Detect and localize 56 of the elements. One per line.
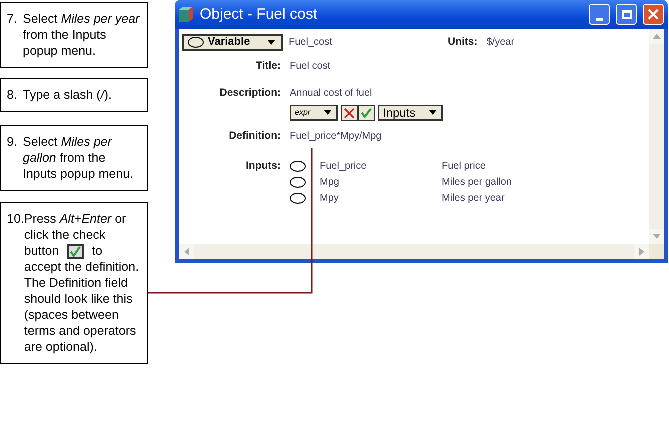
oval-icon [188, 36, 204, 48]
check-icon [361, 108, 372, 118]
scroll-up-icon [652, 34, 660, 39]
field-label: Definition: [228, 130, 282, 142]
step-text: Select Miles per gallon from the Inputs popup menu. [23, 135, 134, 181]
step-number: 8. [7, 87, 18, 103]
class-dropdown[interactable]: Variable [182, 34, 283, 50]
field-value: Fuel cost [290, 60, 331, 72]
caret-icon [266, 40, 277, 44]
caret-icon [324, 110, 332, 115]
input-identifier: Fuel_price [320, 160, 368, 172]
accept-button[interactable] [358, 105, 375, 121]
step-text: accept the definition. The Definition field should look like this (spaces between terms and operators are optional). [24, 259, 140, 355]
field-value: $/year [486, 36, 515, 48]
maximize-button[interactable] [616, 4, 637, 25]
step-text: to [92, 243, 103, 259]
vertical-scrollbar[interactable] [649, 29, 664, 244]
field-label: Units: [448, 36, 479, 48]
window-title: Object - Fuel cost [200, 6, 319, 23]
identifier-value: Fuel_cost [289, 36, 334, 48]
close-button[interactable] [643, 4, 664, 25]
minimize-icon [596, 18, 603, 20]
caret-icon [429, 110, 437, 115]
step-text: Select Miles per year from the Inputs popup menu. [23, 12, 140, 58]
input-identifier: Mpg [320, 176, 340, 188]
definition-field[interactable]: Fuel_price*Mpy/Mpg [290, 130, 382, 142]
mode-dropdown[interactable]: expr [290, 105, 338, 121]
input-node-icon [290, 192, 306, 204]
field-label: Description: [218, 87, 282, 99]
input-node-icon [290, 176, 306, 188]
cancel-icon [344, 108, 355, 118]
input-title: Fuel price [442, 160, 486, 172]
horizontal-scrollbar[interactable] [179, 244, 649, 259]
app-icon [178, 6, 194, 22]
cancel-button[interactable] [341, 105, 358, 121]
step-number: 10. [7, 211, 24, 228]
scroll-down-icon [652, 234, 660, 239]
close-icon [648, 9, 659, 20]
step-number: 7. [7, 11, 18, 28]
maximize-icon [622, 10, 632, 19]
resize-grip[interactable] [649, 244, 664, 259]
field-value: Annual cost of fuel [290, 88, 372, 98]
input-title: Miles per year [442, 192, 505, 204]
input-node-icon [290, 160, 306, 172]
field-label: Inputs: [245, 160, 282, 172]
scroll-left-icon [182, 248, 190, 256]
step-number: 9. [7, 134, 18, 151]
scroll-right-icon [638, 248, 646, 256]
minimize-button[interactable] [589, 4, 610, 25]
field-label: Title: [255, 60, 282, 72]
input-identifier: Mpy [320, 192, 340, 204]
inputs-dropdown[interactable]: Inputs [378, 105, 443, 121]
check-button-icon [67, 244, 84, 258]
step-text: button [24, 243, 60, 259]
step-text: Type a slash (/). [23, 88, 112, 102]
input-title: Miles per gallon [442, 176, 512, 188]
